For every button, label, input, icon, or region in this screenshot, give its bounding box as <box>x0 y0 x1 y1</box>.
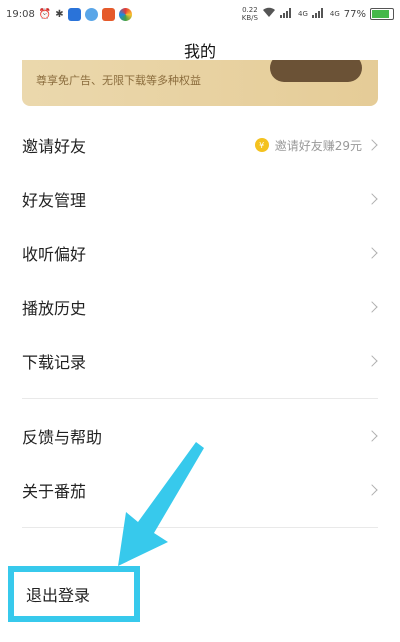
alarm-icon: ⏰ <box>38 8 52 20</box>
chevron-right-icon <box>366 430 378 442</box>
status-bar: 19:08 ⏰ ✱ 0.22 KB/S 4G 4G 77% <box>0 0 400 28</box>
app-notification-icon <box>67 7 81 21</box>
signal-icon-2 <box>311 7 326 21</box>
signal-label-1: 4G <box>297 10 308 18</box>
section-divider <box>22 527 378 528</box>
status-time: 19:08 <box>6 8 35 20</box>
chevron-right-icon <box>366 355 378 367</box>
chevron-right-icon <box>366 301 378 313</box>
menu-item-label: 好友管理 <box>22 191 87 210</box>
menu-item-label: 下载记录 <box>22 353 87 372</box>
chevron-right-icon <box>366 247 378 259</box>
battery-icon <box>370 8 394 20</box>
vip-banner[interactable]: 尊享免广告、无限下载等多种权益 <box>22 60 378 106</box>
menu-item-play-history[interactable]: 播放历史 <box>22 280 378 334</box>
menu-item-label: 播放历史 <box>22 299 87 318</box>
section-divider <box>22 398 378 399</box>
coin-icon: ¥ <box>254 138 269 152</box>
logout-label: 退出登录 <box>26 586 91 605</box>
app-notification-icon-2 <box>101 7 115 21</box>
battery-percent: 77% <box>343 8 366 20</box>
menu-item-download-records[interactable]: 下载记录 <box>22 334 378 388</box>
chevron-right-icon <box>366 193 378 205</box>
menu-item-friend-management[interactable]: 好友管理 <box>22 172 378 226</box>
menu-item-feedback-help[interactable]: 反馈与帮助 <box>22 409 378 463</box>
network-speed: 0.22 KB/S <box>241 6 258 22</box>
settings-menu: 邀请好友 ¥ 邀请好友赚29元 好友管理 收听偏好 播放历史 下载记录 反馈与帮… <box>22 118 378 538</box>
menu-item-listening-preferences[interactable]: 收听偏好 <box>22 226 378 280</box>
app-notification-icon-3 <box>118 7 132 21</box>
menu-item-label: 邀请好友 <box>22 137 87 156</box>
menu-item-label: 关于番茄 <box>22 482 87 501</box>
vip-benefits-text: 尊享免广告、无限下载等多种权益 <box>36 74 201 87</box>
vip-open-button[interactable] <box>270 60 362 82</box>
signal-icon <box>279 7 294 21</box>
chevron-right-icon <box>366 139 378 151</box>
menu-item-about[interactable]: 关于番茄 <box>22 463 378 517</box>
signal-label-2: 4G <box>329 10 340 18</box>
qq-icon <box>84 7 98 21</box>
bluetooth-icon: ✱ <box>55 8 64 20</box>
menu-item-invite-friends[interactable]: 邀请好友 ¥ 邀请好友赚29元 <box>22 118 378 172</box>
chevron-right-icon <box>366 484 378 496</box>
logout-button[interactable]: 退出登录 <box>8 566 140 622</box>
invite-hint: 邀请好友赚29元 <box>274 138 362 153</box>
menu-item-label: 反馈与帮助 <box>22 428 103 447</box>
menu-item-label: 收听偏好 <box>22 245 87 264</box>
wifi-icon <box>262 7 276 21</box>
